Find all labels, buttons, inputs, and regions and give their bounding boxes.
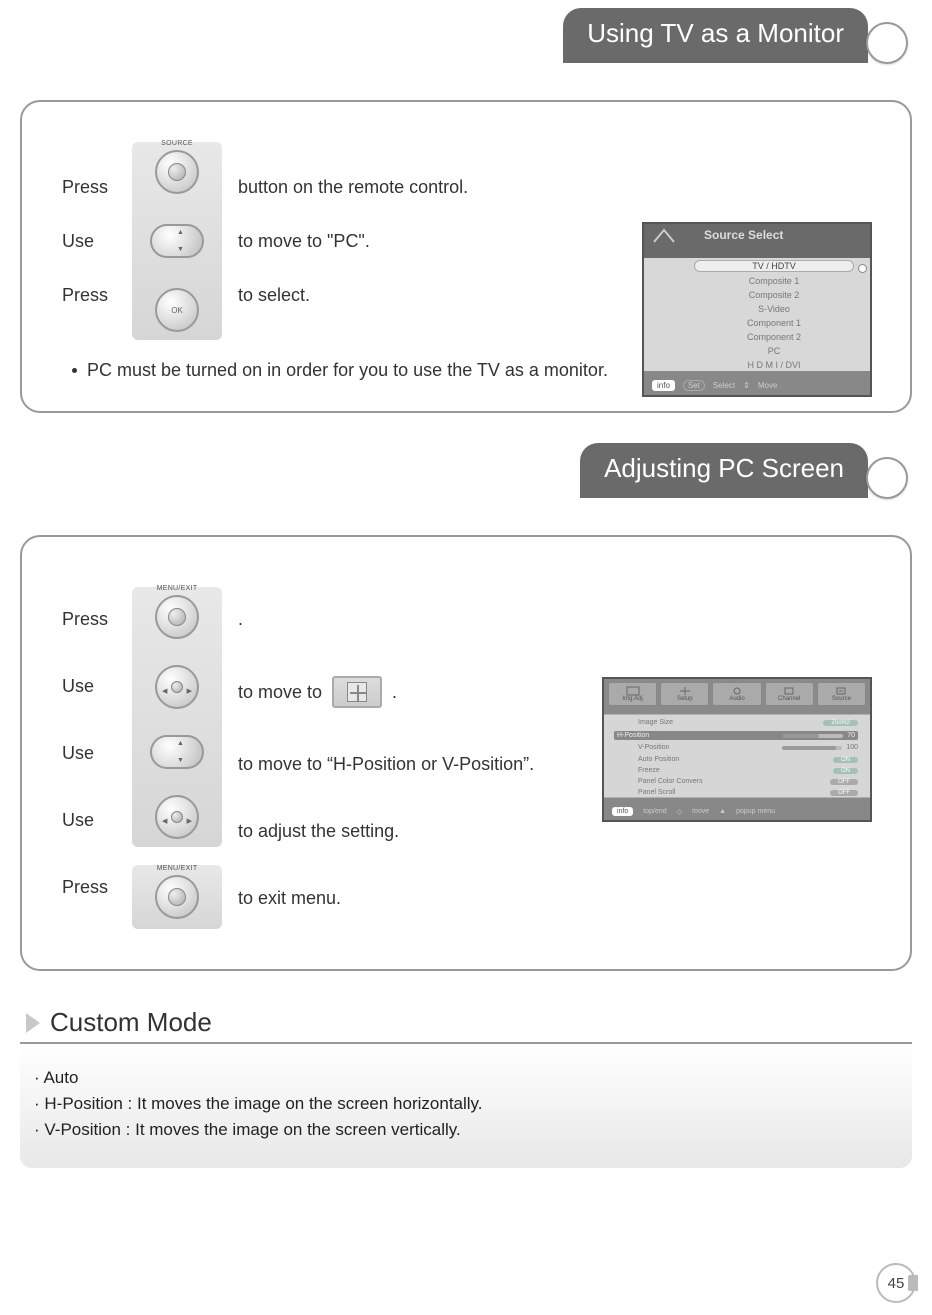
section-header: Using TV as a Monitor	[0, 8, 932, 54]
step-desc: .	[238, 609, 864, 630]
osd-tab: Setup	[660, 682, 709, 706]
note-text: PC must be turned on in order for you to…	[87, 360, 608, 381]
step-desc: to adjust the setting.	[238, 821, 864, 842]
decorative-knob-icon	[866, 457, 908, 499]
custom-mode-section: Custom Mode Auto H-Position : It moves t…	[20, 1007, 912, 1168]
custom-mode-title: Custom Mode	[50, 1007, 212, 1038]
osd-tab: Channel	[765, 682, 814, 706]
chevron-right-icon	[26, 1013, 40, 1033]
updown-icon: ⇕	[743, 381, 750, 390]
page-number: 45	[876, 1263, 916, 1303]
osd-menu-item: V-Position100	[638, 744, 858, 751]
step-verb: Use	[62, 743, 132, 764]
osd-item: PC	[694, 346, 854, 356]
osd-item: Composite 2	[694, 290, 854, 300]
osd-footer-set: Set	[683, 380, 705, 391]
step-desc-pre: to move to	[238, 682, 322, 703]
osd-menu-item: Panel Color ConversOFF	[638, 778, 858, 785]
custom-mode-body: Auto H-Position : It moves the image on …	[20, 1044, 912, 1168]
osd-footer-hint: top/end	[643, 808, 666, 815]
button-label: MENU/EXIT	[157, 585, 198, 592]
tv-logo-icon	[652, 228, 676, 246]
leftright-icon: ◇	[677, 808, 682, 816]
osd-item: H D M I / DVI	[694, 360, 854, 370]
step-desc-post: .	[392, 682, 397, 703]
bullet-icon	[72, 368, 77, 373]
info-chip: info	[612, 807, 633, 816]
button-label: SOURCE	[161, 140, 193, 147]
leftright-button-icon	[155, 795, 199, 839]
osd-menu-item: Auto PositionON	[638, 756, 858, 763]
decorative-knob-icon	[866, 22, 908, 64]
osd-footer: info top/end ◇ move ▲ popup menu	[612, 807, 862, 816]
updown-button-icon	[150, 224, 204, 258]
source-button-icon: SOURCE	[155, 150, 199, 194]
section1-panel: Press Use Press SOURCE OK button on the …	[20, 100, 912, 413]
custom-mode-header: Custom Mode	[20, 1007, 912, 1044]
section-using-tv-monitor: Using TV as a Monitor Press Use Press SO…	[0, 8, 932, 413]
button-label: MENU/EXIT	[157, 865, 198, 872]
osd-item: Component 1	[694, 318, 854, 328]
menu-button-icon: MENU/EXIT	[155, 875, 199, 919]
section-title: Using TV as a Monitor	[563, 8, 868, 63]
step-verb: Press	[62, 609, 132, 630]
section2-panel: Press Use Use Use Press MENU/EXIT	[20, 535, 912, 971]
osd-footer-move: Move	[758, 381, 778, 390]
osd-item: S-Video	[694, 304, 854, 314]
custom-mode-line: H-Position : It moves the image on the s…	[34, 1094, 898, 1114]
osd-tab: Img.Adj	[608, 682, 657, 706]
updown-button-icon	[150, 735, 204, 769]
remote-button-strip: SOURCE OK	[132, 142, 222, 340]
leftright-button-icon	[155, 665, 199, 709]
osd-item-highlight: TV / HDTV	[694, 260, 854, 272]
osd-item: Component 2	[694, 332, 854, 342]
remote-button-strip: MENU/EXIT	[132, 587, 222, 847]
step-desc: to exit menu.	[238, 888, 864, 909]
osd-menu-item-highlight: H-Position70	[614, 731, 858, 740]
osd-menu-item: Panel ScrollOFF	[638, 789, 858, 796]
section-adjusting-pc-screen: Adjusting PC Screen Press Use Use Use Pr…	[0, 443, 932, 971]
step-verb: Press	[62, 177, 132, 198]
osd-item: Composite 1	[694, 276, 854, 286]
osd-tab: Source	[817, 682, 866, 706]
img-adj-icon	[332, 676, 382, 708]
osd-tabs: Img.Adj Setup Audio Channel Source	[608, 682, 866, 706]
osd-source-select: Source Select TV / HDTV Composite 1 Comp…	[642, 222, 872, 397]
step-verb: Press	[62, 285, 132, 306]
osd-footer-hint: popup menu	[736, 808, 775, 815]
up-icon: ▲	[719, 808, 726, 815]
remote-button-strip: MENU/EXIT	[132, 865, 222, 929]
osd-menu-item: FreezeON	[638, 767, 858, 774]
section-header: Adjusting PC Screen	[0, 443, 932, 489]
ok-button-icon: OK	[155, 288, 199, 332]
osd-tab: Audio	[712, 682, 761, 706]
section-title: Adjusting PC Screen	[580, 443, 868, 498]
step-verb: Use	[62, 810, 132, 831]
menu-button-icon: MENU/EXIT	[155, 595, 199, 639]
step-verb: Press	[62, 877, 132, 898]
osd-footer-select: Select	[713, 381, 735, 390]
info-chip: info	[652, 380, 675, 391]
step-verb: Use	[62, 676, 132, 697]
osd-img-adj: Img.Adj Setup Audio Channel Source Image…	[602, 677, 872, 822]
osd-title: Source Select	[704, 228, 783, 242]
step-verb: Use	[62, 231, 132, 252]
osd-footer: info Set Select ⇕ Move	[652, 380, 862, 391]
osd-menu-item: Image SizeZoom2	[638, 719, 858, 726]
step-desc: button on the remote control.	[238, 177, 864, 198]
custom-mode-line: V-Position : It moves the image on the s…	[34, 1120, 898, 1140]
osd-footer-hint: move	[692, 808, 709, 815]
custom-mode-line: Auto	[34, 1068, 898, 1088]
